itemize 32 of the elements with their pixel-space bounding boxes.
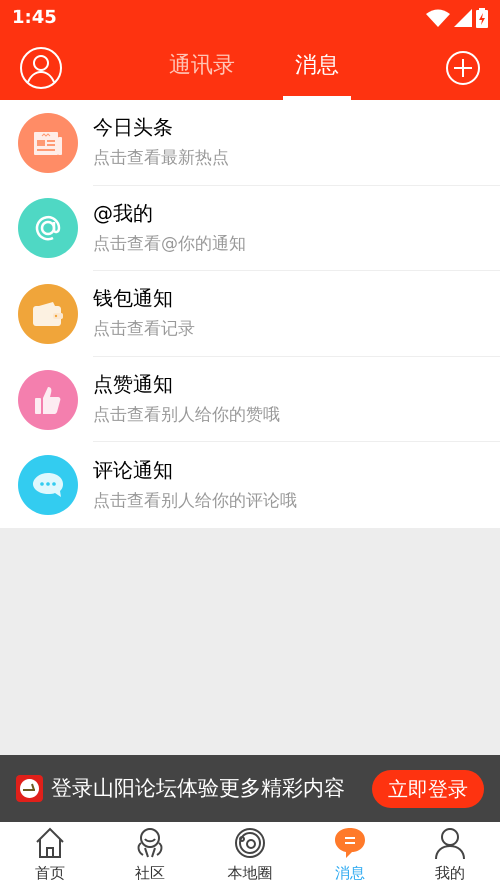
login-prompt: 登录山阳论坛体验更多精彩内容 xyxy=(51,774,346,802)
message-title: 钱包通知 xyxy=(93,286,174,312)
message-subtitle: 点击查看记录 xyxy=(93,319,196,341)
message-item[interactable]: @我的 点击查看@你的通知 xyxy=(0,186,500,272)
signal-icon xyxy=(454,8,472,26)
message-title: 点赞通知 xyxy=(93,372,174,397)
wifi-icon xyxy=(426,8,450,26)
chat-bubble-icon xyxy=(333,826,367,860)
nav-tab[interactable]: 我的 xyxy=(400,822,500,888)
message-item[interactable]: 今日头条 点击查看最新热点 xyxy=(0,100,500,186)
avatar-icon[interactable] xyxy=(20,46,62,88)
person-icon xyxy=(433,826,467,860)
nav-tab[interactable]: 首页 xyxy=(0,822,100,888)
battery-icon xyxy=(476,8,488,28)
status-time: 1:45 xyxy=(12,6,57,30)
message-title: 评论通知 xyxy=(93,458,174,484)
message-subtitle: 点击查看@你的通知 xyxy=(93,234,247,256)
message-item[interactable]: 点赞通知 点击查看别人给你的赞哦 xyxy=(0,356,500,442)
message-item[interactable]: 评论通知 点击查看别人给你的评论哦 xyxy=(0,442,500,528)
login-button[interactable]: 立即登录 xyxy=(372,770,484,808)
message-title: @我的 xyxy=(93,200,154,226)
message-title: 今日头条 xyxy=(93,115,174,140)
wallet-icon xyxy=(31,300,65,328)
message-subtitle: 点击查看别人给你的评论哦 xyxy=(93,491,298,512)
app-logo-icon xyxy=(16,775,43,802)
message-subtitle: 点击查看最新热点 xyxy=(93,148,230,170)
nav-tab[interactable]: 社区 xyxy=(100,822,200,888)
planet-icon xyxy=(233,826,267,860)
nav-tab[interactable]: 本地圈 xyxy=(200,822,300,888)
message-item[interactable]: 钱包通知 点击查看记录 xyxy=(0,271,500,357)
message-subtitle: 点击查看别人给你的赞哦 xyxy=(93,404,281,426)
add-icon[interactable] xyxy=(446,50,480,84)
